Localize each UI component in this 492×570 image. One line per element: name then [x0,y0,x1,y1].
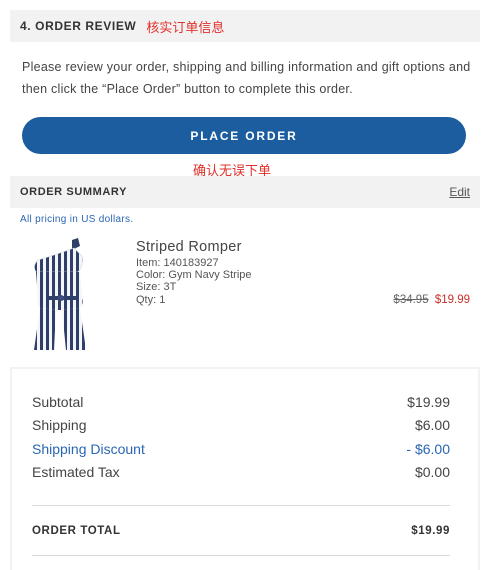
subtotal-row: Subtotal $19.99 [32,394,450,410]
order-total-value: $19.99 [411,525,450,537]
shipping-row: Shipping $6.00 [32,417,450,433]
review-instructions: Please review your order, shipping and b… [22,60,471,96]
order-review-title: 4. ORDER REVIEW [20,19,137,33]
product-price: $34.95 $19.99 [393,294,470,306]
divider [32,555,450,556]
product-name: Striped Romper [136,239,242,255]
edit-link[interactable]: Edit [449,185,470,199]
order-summary-header: ORDER SUMMARY Edit [10,176,480,208]
subtotal-value: $19.99 [407,394,450,410]
order-review-annotation: 核实订单信息 [146,20,225,36]
divider [32,505,450,506]
product-quantity: Qty: 1 [136,294,166,306]
order-totals-card: Subtotal $19.99 Shipping $6.00 Shipping … [10,367,480,570]
order-review-header: 4. ORDER REVIEW 核实订单信息 [10,10,480,42]
shipping-discount-row: Shipping Discount - $6.00 [32,441,450,457]
estimated-tax-value: $0.00 [414,464,450,480]
estimated-tax-row: Estimated Tax $0.00 [32,464,450,480]
order-total-label: ORDER TOTAL [32,525,121,537]
shipping-discount-value: - $6.00 [406,441,450,457]
original-price: $34.95 [393,294,429,306]
subtotal-label: Subtotal [32,394,84,410]
shipping-label: Shipping [32,417,87,433]
product-size: Size: 3T [136,281,177,293]
product-image [34,238,86,350]
shipping-discount-label: Shipping Discount [32,441,145,457]
shipping-value: $6.00 [414,417,450,433]
sale-price: $19.99 [434,294,470,306]
place-order-button[interactable]: PLACE ORDER [22,117,466,154]
estimated-tax-label: Estimated Tax [32,464,120,480]
order-summary-title: ORDER SUMMARY [20,186,128,198]
order-total-row: ORDER TOTAL $19.99 [32,525,450,537]
pricing-note: All pricing in US dollars. [20,214,134,225]
